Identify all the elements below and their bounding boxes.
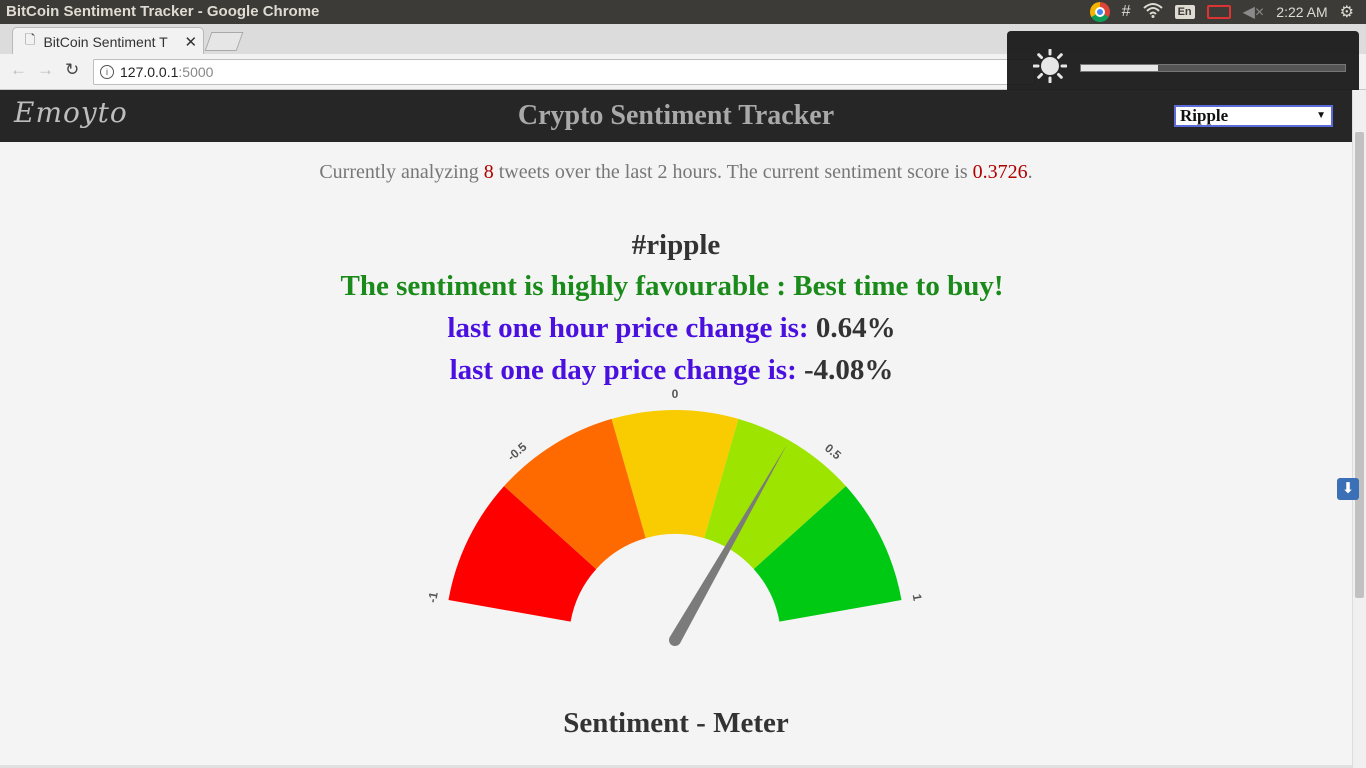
chrome-icon[interactable] [1089, 2, 1110, 22]
hour-price-change: last one hour price change is: 0.64% [0, 312, 1343, 345]
hour-change-value: 0.64% [815, 312, 896, 344]
gauge-title: Sentiment - Meter [563, 707, 789, 739]
settings-gear-icon[interactable]: ⚙ [1340, 2, 1354, 22]
analysis-summary: Currently analyzing 8 tweets over the la… [0, 161, 1352, 184]
url-host: 127.0.0.1 [120, 64, 179, 80]
sentiment-verdict: The sentiment is highly favourable : Bes… [340, 270, 1004, 302]
site-info-icon[interactable]: i [100, 65, 114, 79]
wifi-icon[interactable] [1142, 2, 1163, 23]
brightness-sun-icon [1033, 49, 1067, 83]
forward-arrow-icon[interactable]: → [37, 60, 54, 80]
day-price-change: last one day price change is: -4.08% [0, 354, 1343, 387]
page-scrollbar[interactable] [1352, 90, 1366, 768]
url-port: :5000 [178, 64, 214, 80]
brightness-level-fill [1081, 65, 1158, 71]
close-tab-icon[interactable]: ✕ [184, 33, 197, 51]
page-document-icon: 🗋 [25, 31, 36, 47]
gauge-tick-label: 0 [672, 387, 679, 401]
os-top-bar: BitCoin Sentiment Tracker - Google Chrom… [0, 0, 1366, 24]
tab-title: BitCoin Sentiment T [43, 33, 168, 50]
coin-select-value: Ripple [1180, 106, 1229, 125]
summary-middle: tweets over the last 2 hours. The curren… [493, 161, 973, 183]
gauge-tick-label: 1 [910, 593, 925, 602]
scrollbar-thumb[interactable] [1355, 132, 1364, 598]
new-tab-button[interactable] [204, 32, 244, 51]
summary-prefix: Currently analyzing [319, 161, 484, 183]
clock[interactable]: 2:22 AM [1276, 4, 1327, 20]
address-bar[interactable]: i 127.0.0.1:5000 [93, 59, 1035, 85]
dropdown-arrow-icon: ▼ [1316, 110, 1326, 121]
gauge-tick-label: -1 [425, 591, 441, 604]
battery-icon[interactable] [1206, 5, 1231, 19]
back-arrow-icon[interactable]: ← [10, 60, 27, 80]
summary-suffix: . [1027, 161, 1033, 183]
sentiment-score: 0.3726 [972, 161, 1028, 183]
gauge-tick-label: -0.5 [505, 439, 530, 463]
day-change-value: -4.08% [804, 354, 894, 386]
day-change-label: last one day price change is: [449, 354, 797, 386]
system-tray: # En ◀× 2:22 AM ⚙ [1089, 0, 1366, 24]
window-title: BitCoin Sentiment Tracker - Google Chrom… [6, 3, 320, 20]
reload-icon[interactable]: ↻ [65, 60, 79, 80]
coin-select[interactable]: Ripple ▼ [1174, 105, 1333, 127]
app-title: Crypto Sentiment Tracker [517, 100, 835, 131]
hash-tray-icon[interactable]: # [1122, 3, 1131, 21]
gauge-tick-label: 0.5 [822, 441, 844, 463]
volume-muted-icon[interactable]: ◀× [1243, 2, 1265, 22]
app-header: Emoyto Crypto Sentiment Tracker Ripple ▼ [0, 90, 1352, 142]
hour-change-label: last one hour price change is: [447, 312, 809, 344]
tweet-count: 8 [483, 161, 494, 183]
brightness-level-bar [1080, 64, 1346, 72]
browser-tab[interactable]: 🗋 BitCoin Sentiment T ✕ [12, 27, 204, 55]
keyboard-layout-indicator[interactable]: En [1174, 5, 1195, 19]
hashtag-heading: #ripple [631, 229, 721, 261]
sentiment-gauge: -1 -0.5 0 0.5 1 [425, 387, 925, 647]
download-arrow-icon[interactable]: ⬇ [1337, 478, 1359, 500]
